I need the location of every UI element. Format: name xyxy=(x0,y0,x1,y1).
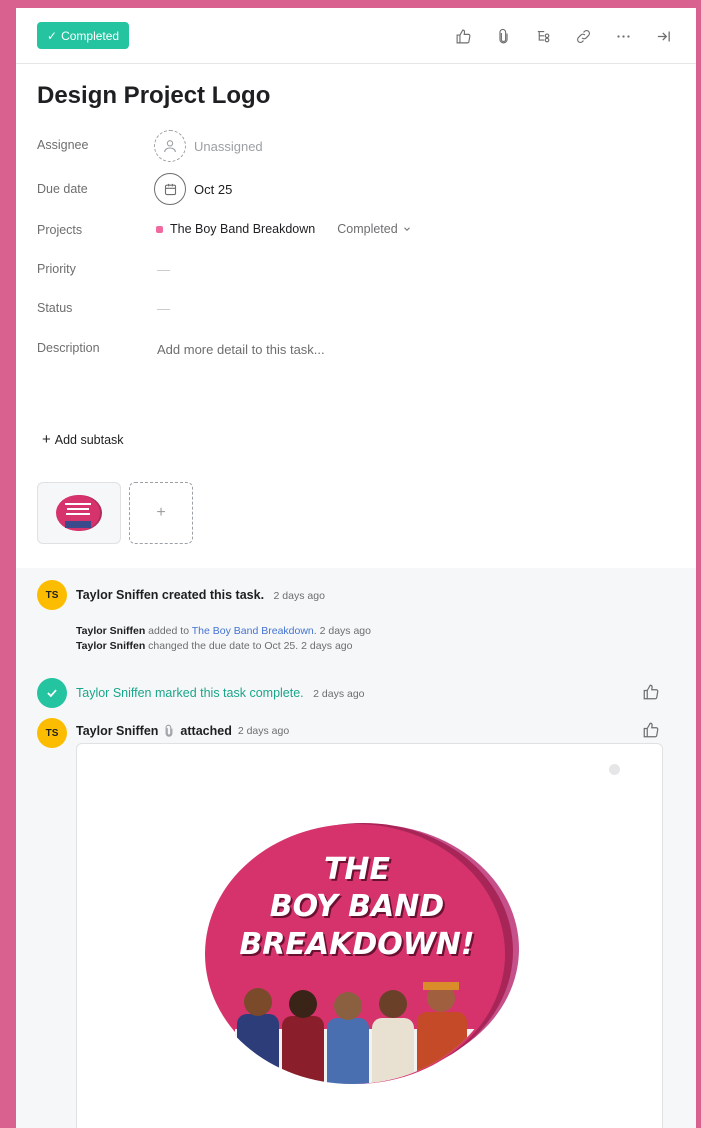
thumbs-up-icon[interactable] xyxy=(642,683,660,701)
completed-label: Completed xyxy=(61,28,120,43)
project-link[interactable]: The Boy Band Breakdown xyxy=(192,625,314,637)
project-name: The Boy Band Breakdown xyxy=(170,222,316,236)
story-added-project: Taylor Sniffen added to The Boy Band Bre… xyxy=(76,625,371,637)
more-icon[interactable] xyxy=(612,25,634,47)
story-user[interactable]: Taylor Sniffen xyxy=(76,625,145,637)
link-icon[interactable] xyxy=(572,25,594,47)
story-time: 2 days ago xyxy=(273,590,325,602)
add-subtask-label: Add subtask xyxy=(54,432,124,447)
add-attachment-button[interactable]: + xyxy=(129,482,193,544)
logo-line-1: THE xyxy=(323,852,391,887)
logo-thumbnail-image xyxy=(56,495,102,531)
calendar-icon xyxy=(154,173,186,205)
avatar[interactable]: TS xyxy=(37,580,67,610)
description-input[interactable]: Add more detail to this task... xyxy=(157,342,325,357)
due-date-value: Oct 25 xyxy=(194,181,233,197)
projects-label: Projects xyxy=(37,223,83,237)
plus-icon: + xyxy=(42,431,51,448)
logo-line-3: BREAKDOWN! xyxy=(239,927,475,962)
chevron-down-icon xyxy=(403,227,410,231)
activity-feed: TS Taylor Sniffen created this task. 2 d… xyxy=(16,568,696,1128)
priority-label: Priority xyxy=(37,262,76,276)
project-tag[interactable]: The Boy Band Breakdown Completed xyxy=(156,222,412,236)
task-header: ✓ Completed xyxy=(16,8,696,64)
thumbs-up-icon[interactable] xyxy=(452,25,474,47)
story-user[interactable]: Taylor Sniffen xyxy=(76,724,158,738)
subtask-icon[interactable] xyxy=(532,25,554,47)
status-value[interactable]: — xyxy=(157,301,170,316)
task-detail-panel: ✓ Completed Design Project Logo Assignee… xyxy=(16,8,696,1128)
logo-line-2: BOY BAND xyxy=(269,889,445,924)
story-user[interactable]: Taylor Sniffen xyxy=(76,640,145,652)
attachment-thumbnail[interactable] xyxy=(37,482,121,544)
story-time: 2 days ago xyxy=(237,725,290,737)
story-text: added to xyxy=(148,625,190,637)
project-color-dot xyxy=(156,225,163,233)
thumbs-up-icon[interactable] xyxy=(642,721,660,739)
story-created: Taylor Sniffen created this task. 2 days… xyxy=(76,588,325,602)
priority-value[interactable]: — xyxy=(157,262,170,277)
paperclip-icon xyxy=(165,724,173,737)
due-date-label: Due date xyxy=(37,182,88,196)
add-subtask-button[interactable]: + Add subtask xyxy=(42,431,124,448)
description-label: Description xyxy=(37,341,100,355)
story-user[interactable]: Taylor Sniffen xyxy=(76,588,158,602)
toolbar xyxy=(452,25,674,47)
assignee-label: Assignee xyxy=(37,138,89,152)
completed-button[interactable]: ✓ Completed xyxy=(37,22,130,49)
story-text: Taylor Sniffen marked this task complete… xyxy=(76,686,304,700)
story-text: attached xyxy=(180,724,232,738)
story-time: 2 days ago xyxy=(301,640,353,652)
check-icon: ✓ xyxy=(47,28,58,43)
due-date-field[interactable]: Oct 25 xyxy=(154,173,232,205)
paperclip-icon[interactable] xyxy=(492,25,514,47)
story-due-date: Taylor Sniffen changed the due date to O… xyxy=(76,640,352,652)
project-section-dropdown[interactable]: Completed xyxy=(337,222,411,236)
task-title[interactable]: Design Project Logo xyxy=(37,82,270,110)
status-label: Status xyxy=(37,301,73,315)
assignee-field[interactable]: Unassigned xyxy=(154,130,263,162)
complete-check-icon xyxy=(37,678,67,708)
avatar[interactable]: TS xyxy=(37,718,67,748)
story-text: changed the due date to Oct 25. xyxy=(148,640,299,652)
project-section: Completed xyxy=(337,222,398,236)
user-icon xyxy=(154,130,186,162)
story-time: 2 days ago xyxy=(319,625,371,637)
story-completed: Taylor Sniffen marked this task complete… xyxy=(76,686,365,700)
attachment-preview[interactable]: THE BOY BAND BREAKDOWN! xyxy=(76,743,663,1128)
close-panel-icon[interactable] xyxy=(652,25,674,47)
story-text: created this task. xyxy=(161,588,265,602)
story-attached: Taylor Sniffen attached 2 days ago xyxy=(76,724,289,738)
story-time: 2 days ago xyxy=(313,688,365,700)
assignee-value: Unassigned xyxy=(194,138,263,154)
